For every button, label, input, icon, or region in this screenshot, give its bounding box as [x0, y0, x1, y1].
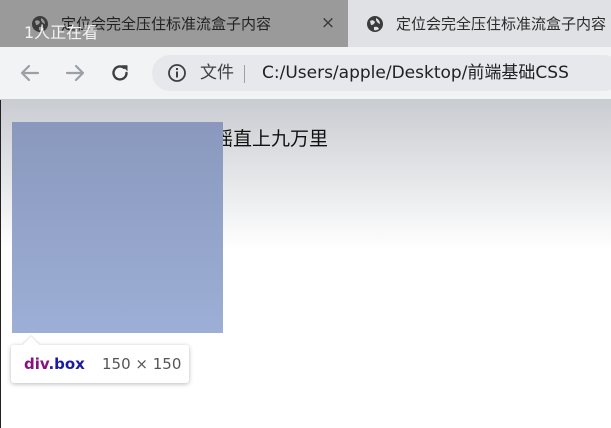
tooltip-class-name: .box	[48, 355, 85, 373]
browser-toolbar: 文件 C:/Users/apple/Desktop/前端基础CSS	[0, 47, 611, 100]
reload-icon	[112, 65, 128, 81]
tab-title: 定位会完全压住标准流盒子内容	[396, 15, 607, 33]
site-info-label[interactable]: 文件	[200, 62, 234, 84]
forward-button[interactable]	[62, 60, 88, 86]
page-viewport: 摇直上九万里 div.box 150 × 150	[0, 100, 611, 428]
devtools-inspect-tooltip: div.box 150 × 150	[11, 336, 189, 383]
viewer-count-overlay: 1人正在看	[24, 23, 99, 42]
tooltip-tag-name: div	[24, 355, 49, 373]
tab-inactive[interactable]: 定位会完全压住标准流盒子内容	[348, 0, 611, 47]
address-bar[interactable]: 文件 C:/Users/apple/Desktop/前端基础CSS	[152, 55, 611, 91]
tooltip-size: 150 × 150	[102, 355, 182, 373]
reload-button[interactable]	[107, 60, 133, 86]
back-arrow-icon	[20, 64, 40, 82]
url-text[interactable]: C:/Users/apple/Desktop/前端基础CSS	[262, 62, 569, 84]
positioned-box	[12, 122, 223, 333]
tooltip-arrow	[22, 336, 40, 354]
info-icon[interactable]	[167, 63, 187, 83]
globe-icon	[367, 15, 383, 32]
page-text: 摇直上九万里	[214, 128, 329, 150]
back-button[interactable]	[17, 60, 43, 86]
tab-close-icon[interactable]: ×	[318, 13, 338, 33]
tooltip-element-selector: div.box	[24, 354, 85, 374]
address-separator	[244, 65, 245, 83]
tab-strip: 定位会完全压住标准流盒子内容 × 定位会完全压住标准流盒子内容 1人正在看	[0, 0, 611, 47]
forward-arrow-icon	[65, 64, 85, 82]
